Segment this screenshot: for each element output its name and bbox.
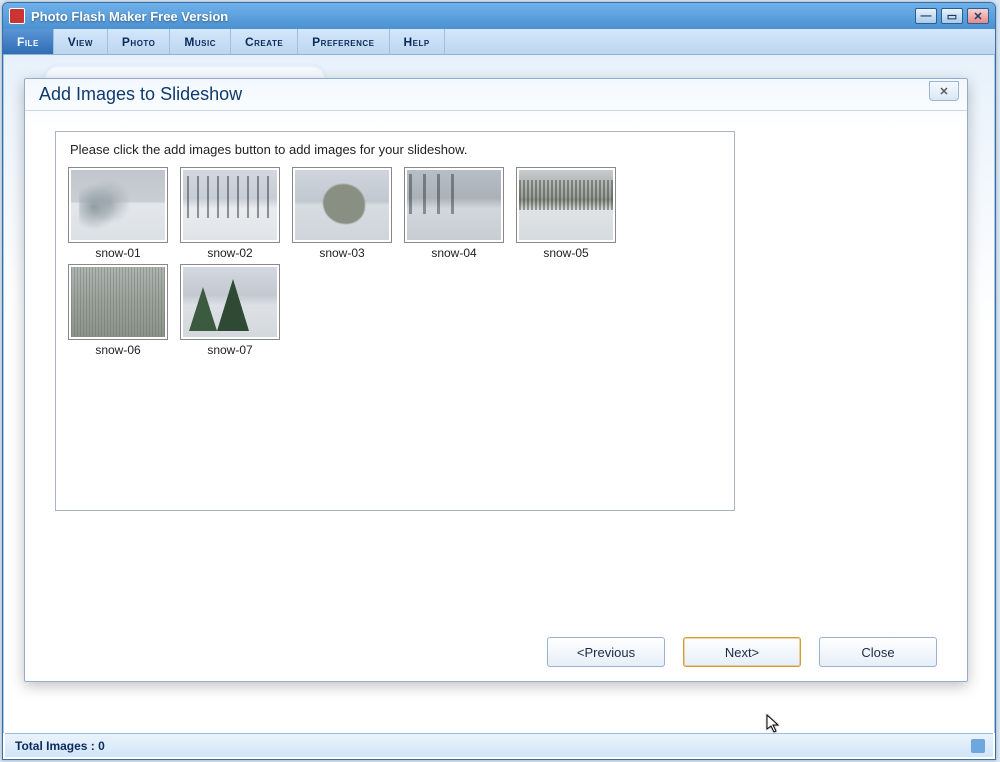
next-button[interactable]: Next>	[683, 637, 801, 667]
menubar: File View Photo Music Create Preference …	[3, 29, 995, 55]
thumbnail-item[interactable]: snow-06	[66, 264, 170, 357]
thumbnail-item[interactable]: snow-04	[402, 167, 506, 260]
thumbnail-image	[71, 170, 165, 240]
app-icon	[9, 8, 25, 24]
thumbnail-frame	[516, 167, 616, 243]
window-title: Photo Flash Maker Free Version	[31, 9, 915, 24]
thumbnail-caption: snow-06	[95, 343, 140, 357]
dialog-instruction: Please click the add images button to ad…	[56, 132, 734, 167]
resize-grip-icon[interactable]	[971, 739, 985, 753]
minimize-button[interactable]: —	[915, 8, 937, 24]
window-controls: — ▭ ✕	[915, 8, 989, 24]
thumbnail-image	[407, 170, 501, 240]
previous-button[interactable]: <Previous	[547, 637, 665, 667]
thumbnail-caption: snow-05	[543, 246, 588, 260]
thumbnail-image	[519, 170, 613, 240]
thumbnail-frame	[404, 167, 504, 243]
thumbnail-caption: snow-03	[319, 246, 364, 260]
dialog-content-box: Please click the add images button to ad…	[55, 131, 735, 511]
statusbar: Total Images : 0	[5, 733, 993, 757]
window-close-button[interactable]: ✕	[967, 8, 989, 24]
menu-item-photo[interactable]: Photo	[108, 29, 170, 54]
thumbnail-frame	[292, 167, 392, 243]
thumbnail-caption: snow-07	[207, 343, 252, 357]
menu-item-help[interactable]: Help	[390, 29, 445, 54]
close-button[interactable]: Close	[819, 637, 937, 667]
menu-item-file[interactable]: File	[3, 29, 54, 54]
thumbnail-item[interactable]: snow-05	[514, 167, 618, 260]
maximize-button[interactable]: ▭	[941, 8, 963, 24]
menu-item-create[interactable]: Create	[231, 29, 298, 54]
dialog-close-button[interactable]	[929, 81, 959, 101]
dialog-title: Add Images to Slideshow	[25, 79, 967, 111]
thumbnail-item[interactable]: snow-02	[178, 167, 282, 260]
thumbnail-frame	[68, 167, 168, 243]
menu-item-music[interactable]: Music	[170, 29, 231, 54]
thumbnail-frame	[68, 264, 168, 340]
thumbnail-grid: snow-01 snow-02 snow-03 snow-04 snow-05 snow-…	[56, 167, 734, 357]
thumbnail-frame	[180, 264, 280, 340]
thumbnail-image	[295, 170, 389, 240]
status-total-images: Total Images : 0	[15, 739, 105, 753]
thumbnail-caption: snow-01	[95, 246, 140, 260]
thumbnail-image	[71, 267, 165, 337]
dialog-buttons: <Previous Next> Close	[547, 637, 937, 667]
thumbnail-image	[183, 267, 277, 337]
thumbnail-item[interactable]: snow-01	[66, 167, 170, 260]
thumbnail-item[interactable]: snow-07	[178, 264, 282, 357]
thumbnail-image	[183, 170, 277, 240]
menu-item-preference[interactable]: Preference	[298, 29, 389, 54]
menu-item-view[interactable]: View	[54, 29, 108, 54]
thumbnail-caption: snow-02	[207, 246, 252, 260]
thumbnail-frame	[180, 167, 280, 243]
add-images-dialog: Add Images to Slideshow Please click the…	[24, 78, 968, 682]
thumbnail-item[interactable]: snow-03	[290, 167, 394, 260]
titlebar[interactable]: Photo Flash Maker Free Version — ▭ ✕	[3, 3, 995, 29]
thumbnail-caption: snow-04	[431, 246, 476, 260]
